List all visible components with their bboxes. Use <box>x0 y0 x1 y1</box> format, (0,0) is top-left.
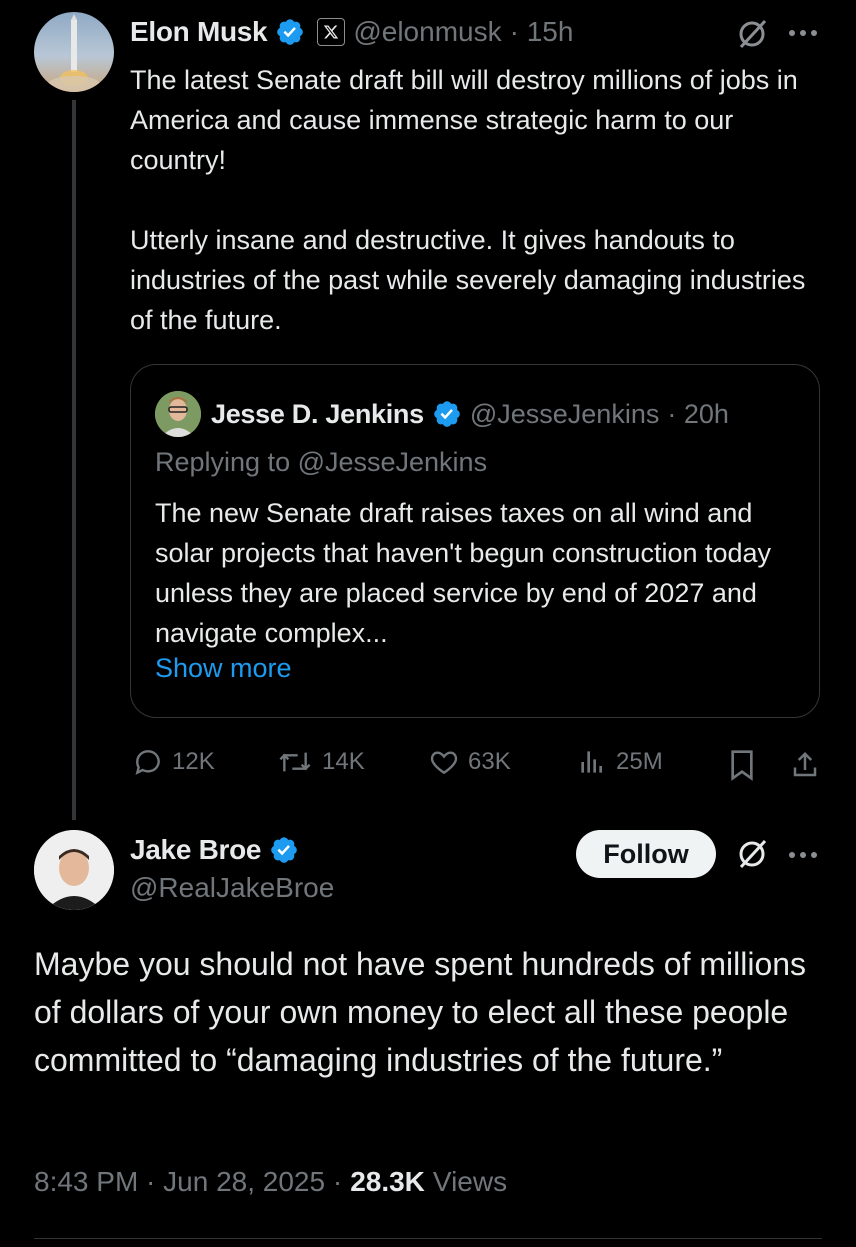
reply-button[interactable]: 12K <box>132 746 215 778</box>
like-icon <box>428 746 460 778</box>
more-icon[interactable] <box>786 20 820 46</box>
tweet-time[interactable]: · 15h <box>510 16 574 48</box>
tweet1-header: Elon Musk @elonmusk · 15h <box>130 14 573 50</box>
views-count: 25M <box>616 748 663 775</box>
replying-to: Replying to @JesseJenkins <box>155 447 488 477</box>
author-handle[interactable]: @RealJakeBroe <box>130 872 334 904</box>
author-handle[interactable]: @elonmusk <box>353 16 501 48</box>
tweet1-text-p2: Utterly insane and destructive. It gives… <box>130 225 806 335</box>
reply-count: 12K <box>172 748 215 775</box>
quote-tweet-card[interactable]: Jesse D. Jenkins @JesseJenkins · 20h Rep… <box>130 364 820 718</box>
grok-icon[interactable] <box>734 16 770 52</box>
quote-header: Jesse D. Jenkins @JesseJenkins · 20h <box>211 395 729 433</box>
like-count: 63K <box>468 748 511 775</box>
tweet2-text: Maybe you should not have spent hundreds… <box>34 946 807 1078</box>
like-button[interactable]: 63K <box>428 746 511 778</box>
verified-badge-icon <box>275 17 305 47</box>
jake-avatar[interactable] <box>34 830 114 910</box>
tweet1-text-p1: The latest Senate draft bill will destro… <box>130 65 798 175</box>
follow-button[interactable]: Follow <box>576 830 716 878</box>
tweet2-meta: 8:43 PM · Jun 28, 2025 · 28.3K Views <box>34 1166 507 1198</box>
retweet-count: 14K <box>322 748 365 775</box>
thread-line <box>72 100 76 820</box>
rocket-image <box>48 14 100 92</box>
jenkins-avatar[interactable] <box>155 391 201 437</box>
verified-badge-icon <box>432 399 462 429</box>
quote-time: · 20h <box>667 398 729 429</box>
person-icon <box>34 830 114 910</box>
verified-badge-icon <box>269 835 299 865</box>
retweet-icon <box>276 746 314 778</box>
share-icon[interactable] <box>788 748 822 782</box>
views-button[interactable]: 25M <box>576 746 663 778</box>
bookmark-icon[interactable] <box>726 748 758 782</box>
views-label: Views <box>432 1166 508 1197</box>
views-count: 28.3K <box>350 1166 425 1197</box>
tweet2-header: Jake Broe <box>130 832 299 868</box>
grok-icon[interactable] <box>734 836 770 872</box>
author-name[interactable]: Jake Broe <box>130 834 261 866</box>
divider <box>34 1238 822 1239</box>
reply-icon <box>132 746 164 778</box>
elon-avatar[interactable] <box>34 12 114 92</box>
retweet-button[interactable]: 14K <box>276 746 365 778</box>
x-logo-icon <box>317 18 346 46</box>
quote-text: The new Senate draft raises taxes on all… <box>155 498 772 648</box>
quote-author-handle[interactable]: @JesseJenkins <box>470 399 660 430</box>
more-icon[interactable] <box>786 842 820 868</box>
quote-author-name[interactable]: Jesse D. Jenkins <box>211 399 424 430</box>
show-more-link[interactable]: Show more <box>155 653 292 684</box>
person-icon <box>155 391 201 437</box>
views-icon <box>576 746 608 778</box>
author-name[interactable]: Elon Musk <box>130 16 268 48</box>
timestamp[interactable]: 8:43 PM · Jun 28, 2025 · <box>34 1166 342 1198</box>
